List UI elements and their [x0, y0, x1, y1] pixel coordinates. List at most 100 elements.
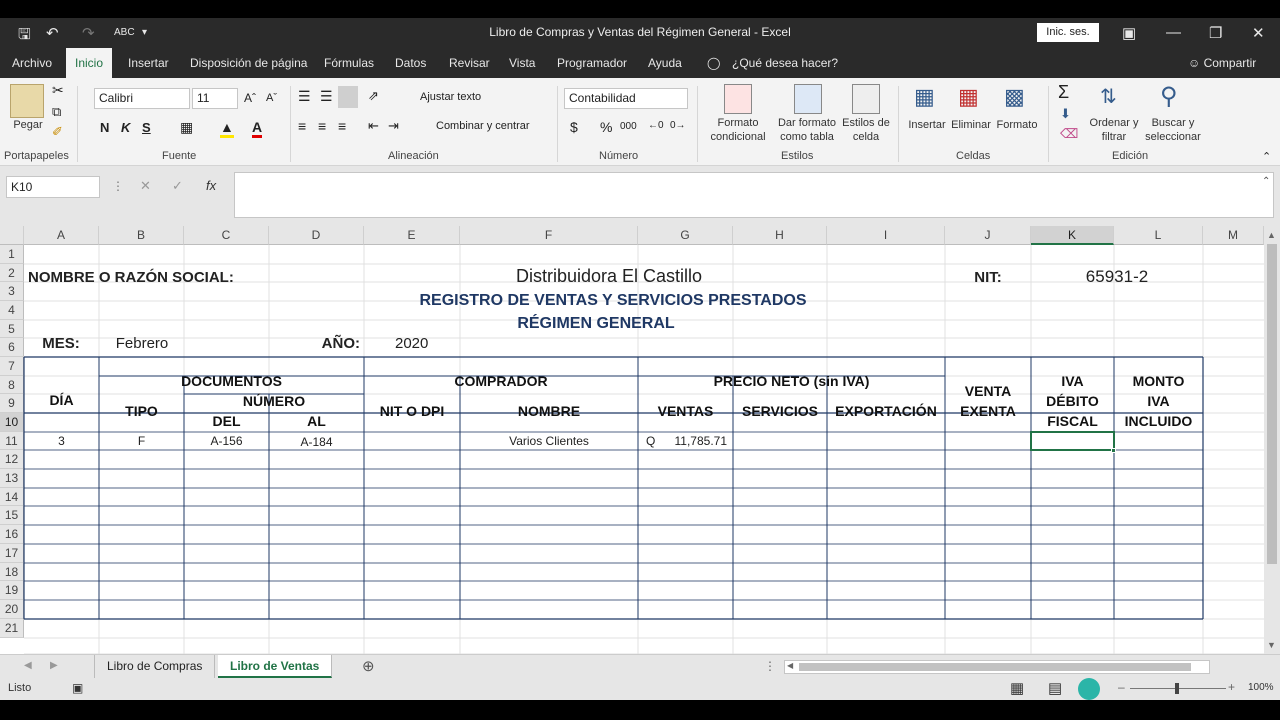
cancel-icon[interactable]: ✕ — [140, 178, 151, 194]
sort-filter-button[interactable]: Ordenar y filtrar — [1086, 116, 1142, 144]
conditional-format-icon[interactable] — [724, 84, 752, 114]
wrap-text-button[interactable]: Ajustar texto — [420, 91, 481, 103]
currency-icon[interactable]: $ — [570, 119, 578, 135]
orientation-icon[interactable]: ⇗ — [368, 88, 379, 104]
align-bottom-icon[interactable] — [338, 86, 358, 108]
increase-indent-icon[interactable]: ⇥ — [388, 118, 399, 134]
cell-a10[interactable]: 3 — [24, 434, 99, 448]
increase-decimal-icon[interactable]: ←0 — [648, 120, 664, 131]
cell-g10[interactable]: 11,785.71 — [638, 434, 728, 448]
macro-record-icon[interactable]: ▣ — [72, 681, 83, 695]
shrink-font-icon[interactable]: Aˇ — [266, 92, 277, 104]
zoom-in-icon[interactable]: + — [1228, 680, 1235, 694]
delete-cells-icon[interactable]: ▦ — [958, 84, 979, 110]
page-break-view-icon[interactable] — [1078, 678, 1100, 700]
tab-insertar[interactable]: Insertar — [128, 48, 169, 78]
insert-cells-icon[interactable]: ▦ — [914, 84, 935, 110]
paste-icon[interactable] — [10, 84, 44, 118]
underline-button[interactable]: S — [142, 120, 151, 135]
bold-button[interactable]: N — [100, 120, 109, 135]
fill-icon[interactable]: ⬇ — [1060, 106, 1071, 122]
page-layout-view-icon[interactable]: ▤ — [1048, 679, 1062, 697]
font-name-select[interactable]: Calibri — [94, 88, 190, 109]
autosum-icon[interactable]: Σ — [1058, 82, 1069, 103]
minimize-icon[interactable]: — — [1166, 24, 1181, 41]
customize-toolbar-icon[interactable]: ▾ — [142, 27, 147, 38]
align-left-icon[interactable]: ≡ — [298, 118, 306, 134]
horizontal-scrollbar[interactable]: ◀ — [784, 660, 1210, 674]
tab-datos[interactable]: Datos — [395, 48, 426, 78]
tab-formulas[interactable]: Fórmulas — [324, 48, 374, 78]
spelling-icon[interactable]: ABC — [114, 27, 135, 38]
expand-formula-icon[interactable]: ⌃ — [1262, 176, 1270, 187]
tab-revisar[interactable]: Revisar — [449, 48, 490, 78]
find-select-button[interactable]: Buscar y seleccionar — [1142, 116, 1204, 144]
worksheet-grid[interactable]: ABCDEFGHIJKLM 1 2 3 4 5 6 7 8 9 10 11 12 13 14 15 16 17 1… — [0, 226, 1280, 654]
zoom-out-icon[interactable]: – — [1118, 680, 1125, 694]
prev-sheet-icon[interactable]: ◀ — [24, 660, 32, 671]
normal-view-icon[interactable]: ▦ — [1010, 679, 1024, 697]
fill-handle[interactable] — [1111, 448, 1116, 453]
cell-d10[interactable]: A-184 — [269, 435, 364, 449]
grow-font-icon[interactable]: Aˆ — [244, 91, 256, 105]
cut-icon[interactable]: ✂ — [52, 82, 64, 99]
tab-archivo[interactable]: Archivo — [12, 48, 52, 78]
sheet-tab-ventas[interactable]: Libro de Ventas — [218, 655, 333, 678]
tell-me-input[interactable]: ¿Qué desea hacer? — [732, 48, 838, 78]
fill-color-icon[interactable]: ▲ — [220, 119, 234, 138]
decrease-decimal-icon[interactable]: 0→ — [670, 120, 686, 131]
thousands-button[interactable]: 000 — [620, 121, 637, 132]
cell-styles-button[interactable]: Estilos de celda — [840, 116, 892, 144]
redo-icon[interactable]: ↷ — [82, 24, 95, 42]
italic-button[interactable]: K — [121, 120, 130, 135]
number-format-select[interactable]: Contabilidad — [564, 88, 688, 109]
zoom-slider-thumb[interactable] — [1175, 683, 1179, 694]
format-table-icon[interactable] — [794, 84, 822, 114]
align-center-icon[interactable]: ≡ — [318, 118, 326, 134]
cell-c10[interactable]: A-156 — [184, 434, 269, 448]
format-cells-button[interactable]: Formato — [994, 118, 1040, 132]
align-right-icon[interactable]: ≡ — [338, 118, 346, 134]
sort-filter-icon[interactable]: ⇅ — [1100, 84, 1117, 109]
share-button[interactable]: ☺ Compartir — [1188, 48, 1256, 78]
merge-center-button[interactable]: Combinar y centrar — [436, 120, 530, 132]
collapse-ribbon-icon[interactable]: ⌃ — [1262, 150, 1271, 163]
insert-function-button[interactable]: fx — [206, 178, 216, 193]
selected-cell-k10[interactable] — [1030, 431, 1115, 451]
horizontal-scroll-thumb[interactable] — [799, 663, 1191, 671]
borders-icon[interactable]: ▦ — [180, 119, 193, 136]
next-sheet-icon[interactable]: ▶ — [50, 660, 58, 671]
font-size-select[interactable]: 11 — [192, 88, 238, 109]
cell-f10[interactable]: Varios Clientes — [460, 434, 638, 448]
enter-icon[interactable]: ✓ — [172, 178, 183, 194]
align-top-icon[interactable]: ☰ — [298, 88, 311, 105]
format-table-button[interactable]: Dar formato como tabla — [772, 116, 842, 144]
cell-b10[interactable]: F — [99, 434, 184, 448]
sheet-tab-compras[interactable]: Libro de Compras — [94, 655, 216, 678]
find-select-icon[interactable]: ⚲ — [1160, 82, 1178, 111]
tab-vista[interactable]: Vista — [509, 48, 535, 78]
insert-cells-button[interactable]: Insertar — [904, 118, 950, 132]
font-color-icon[interactable]: A — [252, 119, 263, 138]
name-box[interactable]: K10 — [6, 176, 100, 198]
format-painter-icon[interactable]: ✐ — [52, 124, 63, 140]
paste-button[interactable]: Pegar — [8, 118, 48, 132]
percent-button[interactable]: % — [600, 119, 612, 135]
undo-icon[interactable]: ↶ — [46, 24, 59, 42]
signin-button[interactable]: Inic. ses. — [1037, 23, 1099, 42]
copy-icon[interactable]: ⧉ — [52, 104, 61, 120]
tab-inicio[interactable]: Inicio — [66, 48, 112, 78]
delete-cells-button[interactable]: Eliminar — [948, 118, 994, 132]
maximize-icon[interactable]: ❐ — [1209, 24, 1222, 42]
save-icon[interactable]: 🖫 — [18, 24, 31, 49]
cell-styles-icon[interactable] — [852, 84, 880, 114]
clear-icon[interactable]: ⌫ — [1060, 126, 1078, 142]
zoom-level[interactable]: 100% — [1248, 682, 1274, 693]
add-sheet-icon[interactable]: ⊕ — [362, 657, 375, 675]
vertical-scrollbar[interactable]: ▲ ▼ — [1264, 226, 1280, 654]
scroll-down-icon[interactable]: ▼ — [1267, 640, 1276, 650]
align-middle-icon[interactable]: ☰ — [320, 88, 333, 105]
format-cells-icon[interactable]: ▩ — [1004, 84, 1025, 110]
decrease-indent-icon[interactable]: ⇤ — [368, 118, 379, 134]
ribbon-display-icon[interactable]: ▣ — [1122, 24, 1136, 42]
